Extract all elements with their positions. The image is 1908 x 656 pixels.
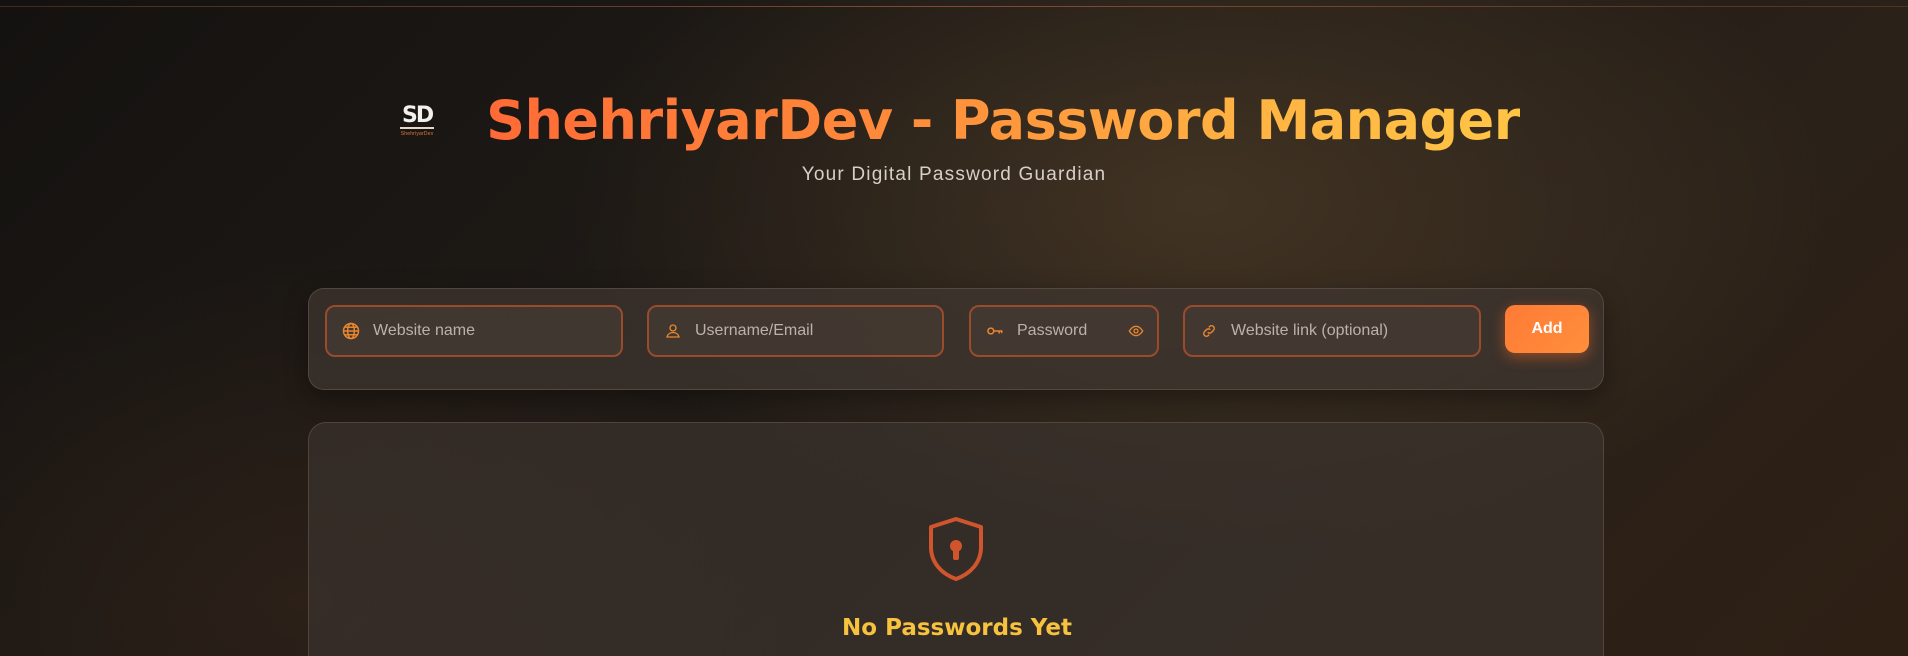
eye-icon[interactable] (1125, 320, 1147, 342)
password-list: No Passwords Yet (308, 422, 1604, 656)
password-field[interactable]: Password (969, 305, 1159, 357)
empty-state-title: No Passwords Yet (842, 615, 1072, 641)
user-icon (661, 319, 685, 343)
top-accent-line (0, 6, 1908, 7)
username-field[interactable]: Username/Email (647, 305, 944, 357)
username-input[interactable]: Username/Email (695, 322, 942, 340)
key-icon (983, 319, 1007, 343)
password-input[interactable]: Password (1017, 322, 1125, 340)
website-link-field[interactable]: Website link (optional) (1183, 305, 1481, 357)
logo-mark: SD (400, 103, 434, 129)
page-title: ShehriyarDev - Password Manager (486, 86, 1520, 156)
shield-lock-icon (929, 517, 983, 581)
link-icon (1197, 319, 1221, 343)
logo: SD ShehriyarDev (388, 92, 446, 150)
header: SD ShehriyarDev ShehriyarDev - Password … (0, 86, 1908, 156)
add-password-form: Website name Username/Email Password Web… (308, 288, 1604, 390)
website-name-input[interactable]: Website name (373, 322, 621, 340)
add-button[interactable]: Add (1505, 305, 1589, 353)
globe-icon (339, 319, 363, 343)
logo-text: ShehriyarDev (400, 131, 434, 137)
page-subtitle: Your Digital Password Guardian (801, 164, 1107, 185)
website-link-input[interactable]: Website link (optional) (1231, 322, 1479, 340)
website-name-field[interactable]: Website name (325, 305, 623, 357)
